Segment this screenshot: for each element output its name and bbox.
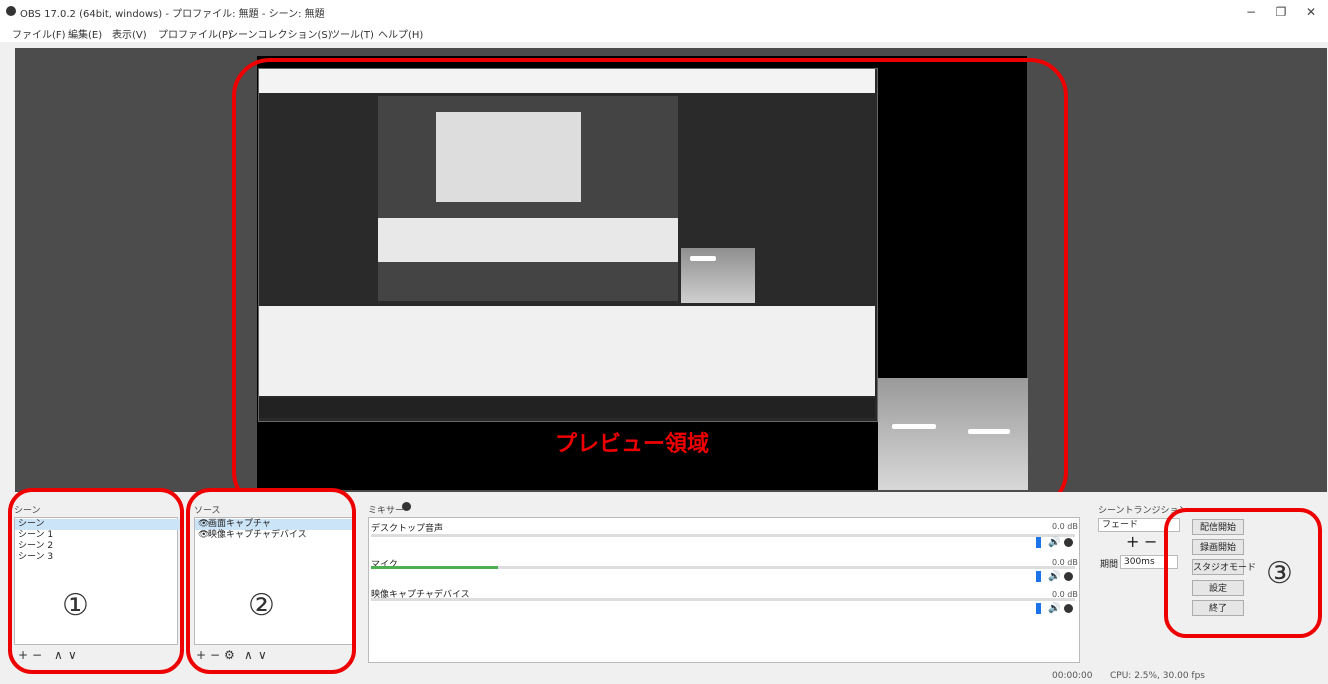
maximize-button[interactable]: ❐ bbox=[1266, 4, 1296, 20]
scenes-highlight-box bbox=[8, 488, 184, 674]
close-button[interactable]: ✕ bbox=[1296, 4, 1326, 20]
transition-select-value: フェード bbox=[1102, 520, 1139, 530]
menu-help[interactable]: ヘルプ(H) bbox=[378, 26, 423, 41]
speaker-icon[interactable]: 🔊 bbox=[1048, 537, 1060, 548]
mixer-title: ミキサー bbox=[368, 506, 405, 516]
duration-value: 300ms bbox=[1124, 557, 1155, 567]
controls-highlight-box bbox=[1164, 508, 1322, 638]
speaker-icon[interactable]: 🔊 bbox=[1048, 603, 1060, 614]
volume-slider[interactable] bbox=[1036, 603, 1041, 614]
menu-tools[interactable]: ツール(T) bbox=[330, 26, 374, 41]
menu-scene-collection[interactable]: シーンコレクション(S) bbox=[228, 26, 332, 41]
window-title: OBS 17.0.2 (64bit, windows) - プロファイル: 無題… bbox=[20, 9, 325, 20]
remove-transition-button[interactable]: − bbox=[1144, 532, 1157, 551]
add-transition-button[interactable]: + bbox=[1126, 532, 1139, 551]
menu-file[interactable]: ファイル(F) bbox=[12, 26, 66, 41]
volume-slider[interactable] bbox=[1036, 537, 1041, 548]
channel-gear-icon[interactable] bbox=[1064, 538, 1073, 547]
channel-gear-icon[interactable] bbox=[1064, 572, 1073, 581]
status-time: 00:00:00 bbox=[1052, 671, 1093, 681]
mixer-channel-db: 0.0 dB bbox=[1052, 522, 1078, 531]
audio-meter bbox=[371, 598, 1075, 601]
sources-highlight-box bbox=[186, 488, 356, 674]
menu-profile[interactable]: プロファイル(P) bbox=[158, 26, 232, 41]
audio-meter bbox=[371, 566, 1075, 569]
mixer-gear-icon[interactable] bbox=[402, 502, 411, 511]
mixer-channel-name: デスクトップ音声 bbox=[371, 524, 444, 534]
speaker-icon[interactable]: 🔊 bbox=[1048, 571, 1060, 582]
preview-highlight-box bbox=[232, 58, 1068, 510]
menu-edit[interactable]: 編集(E) bbox=[68, 26, 102, 41]
volume-slider[interactable] bbox=[1036, 571, 1041, 582]
audio-meter bbox=[371, 534, 1075, 537]
duration-label: 期間 bbox=[1100, 560, 1119, 570]
status-cpu: CPU: 2.5%, 30.00 fps bbox=[1110, 671, 1205, 681]
channel-gear-icon[interactable] bbox=[1064, 604, 1073, 613]
minimize-button[interactable]: − bbox=[1236, 4, 1266, 20]
menu-view[interactable]: 表示(V) bbox=[112, 26, 147, 41]
obs-logo-icon bbox=[6, 6, 16, 16]
mixer-panel bbox=[368, 517, 1080, 663]
